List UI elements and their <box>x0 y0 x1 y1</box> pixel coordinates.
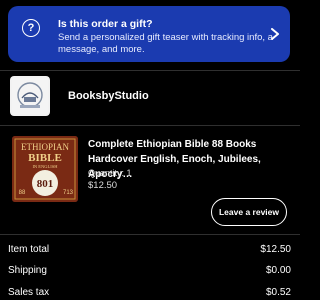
summary-label: Sales tax <box>8 287 50 298</box>
thumb-line1: ETHIOPIAN <box>21 142 69 152</box>
divider <box>0 125 300 126</box>
thumb-number: 801 <box>37 178 54 190</box>
shop-logo[interactable] <box>10 76 50 116</box>
question-icon: ? <box>22 19 40 37</box>
summary-row-shipping: Shipping $0.00 <box>8 265 291 276</box>
summary-row-item-total: Item total $12.50 <box>8 244 291 255</box>
summary-row-sales-tax: Sales tax $0.52 <box>8 287 291 298</box>
leave-review-button[interactable]: Leave a review <box>211 198 287 226</box>
summary-label: Item total <box>8 244 50 255</box>
listing-thumbnail[interactable]: ETHIOPIAN BIBLE IN ENGLISH 801 88 713 <box>12 136 78 202</box>
chevron-right-icon <box>268 27 282 41</box>
gift-banner-title: Is this order a gift? <box>58 18 153 30</box>
listing-price: $12.50 <box>88 180 118 191</box>
shop-name[interactable]: BooksbyStudio <box>68 90 149 102</box>
summary-value: $0.00 <box>265 265 291 276</box>
shop-row[interactable]: BooksbyStudio <box>10 76 149 116</box>
summary-label: Shipping <box>8 265 47 276</box>
gift-banner[interactable]: ? Is this order a gift? Send a personali… <box>8 6 290 62</box>
thumb-right-badge: 713 <box>63 190 74 196</box>
summary-value: $12.50 <box>260 244 291 255</box>
divider <box>0 70 300 71</box>
divider <box>0 234 300 235</box>
thumb-line3: IN ENGLISH <box>32 164 58 169</box>
gift-banner-description: Send a personalized gift teaser with tra… <box>58 32 273 55</box>
thumb-line2: BIBLE <box>28 152 62 164</box>
listing-quantity: Quantity: 1 <box>88 168 132 178</box>
summary-value: $0.52 <box>265 287 291 298</box>
thumb-left-badge: 88 <box>19 190 26 196</box>
